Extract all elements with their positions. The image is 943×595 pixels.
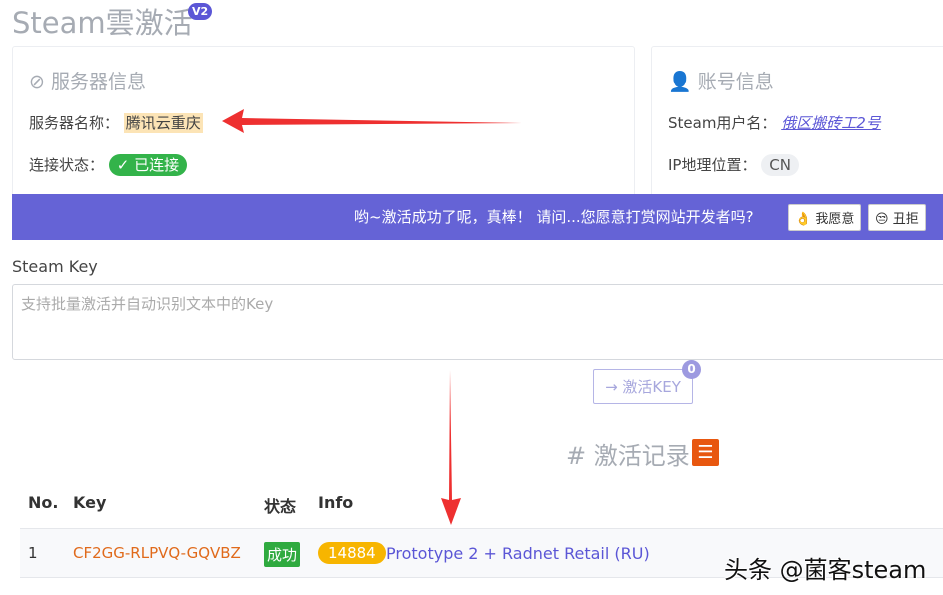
column-info: Info <box>318 493 353 512</box>
red-arrow-annotation <box>222 108 527 134</box>
server-title-text: 服务器信息 <box>51 71 146 93</box>
donation-banner: 哟~激活成功了呢，真棒！ 请问...您愿意打赏网站开发者吗? 👌 我愿意 😒 丑… <box>12 194 943 240</box>
donate-no-label: 丑拒 <box>893 212 919 227</box>
steam-key-label: Steam Key <box>12 257 98 276</box>
steam-key-input[interactable]: 支持批量激活并自动识别文本中的Key <box>12 284 943 360</box>
banner-text: 哟~激活成功了呢，真棒！ 请问...您愿意打赏网站开发者吗? <box>354 206 754 227</box>
account-title: 账号信息 <box>698 71 774 93</box>
ok-hand-icon: 👌 <box>795 212 811 227</box>
column-status: 状态 <box>264 493 296 517</box>
donate-yes-button[interactable]: 👌 我愿意 <box>788 204 861 231</box>
user-icon: 👤 <box>668 71 692 93</box>
donate-no-button[interactable]: 😒 丑拒 <box>868 204 926 231</box>
ip-label: IP地理位置： <box>668 156 756 174</box>
server-name-value: 腾讯云重庆 <box>124 113 203 133</box>
ip-value: CN <box>761 154 799 176</box>
donate-yes-label: 我愿意 <box>815 212 854 227</box>
watermark: 头条 @菌客steam <box>724 550 926 585</box>
records-title: # 激活记录 <box>566 436 690 471</box>
version-badge: V2 <box>188 3 212 20</box>
paperclip-icon: ⊘ <box>29 71 45 93</box>
activate-key-button[interactable]: → 激活KEY <box>593 369 693 404</box>
activate-key-label: 激活KEY <box>622 376 680 397</box>
status-badge: ✓ 已连接 <box>109 154 187 176</box>
account-info-card: 👤 账号信息 Steam用户名： 俄区搬砖工2号 IP地理位置： CN <box>651 46 943 198</box>
username-link[interactable]: 俄区搬砖工2号 <box>781 114 881 132</box>
server-name-label: 服务器名称： <box>29 114 119 132</box>
unamused-face-icon: 😒 <box>875 212 889 227</box>
server-info-title: ⊘ 服务器信息 <box>29 67 146 94</box>
username-label: Steam用户名： <box>668 114 776 132</box>
row-no: 1 <box>28 544 38 562</box>
row-status-badge: 成功 <box>264 542 300 567</box>
status-label: 连接状态： <box>29 156 104 174</box>
check-icon: ✓ <box>117 156 130 174</box>
status-text: 已连接 <box>134 156 179 174</box>
row-sub-id: 14884 <box>318 542 386 564</box>
column-key: Key <box>73 493 106 512</box>
app-title: Steam雲激活 <box>12 0 193 42</box>
row-key: CF2GG-RLPVQ-GQVBZ <box>73 544 241 562</box>
arrow-right-icon: → <box>605 378 622 396</box>
key-count-badge: 0 <box>682 360 701 379</box>
row-info: Prototype 2 + Radnet Retail (RU) <box>386 544 650 563</box>
column-no: No. <box>28 493 58 512</box>
menu-icon[interactable]: ☰ <box>692 439 719 466</box>
red-arrow-annotation-down <box>440 370 462 526</box>
